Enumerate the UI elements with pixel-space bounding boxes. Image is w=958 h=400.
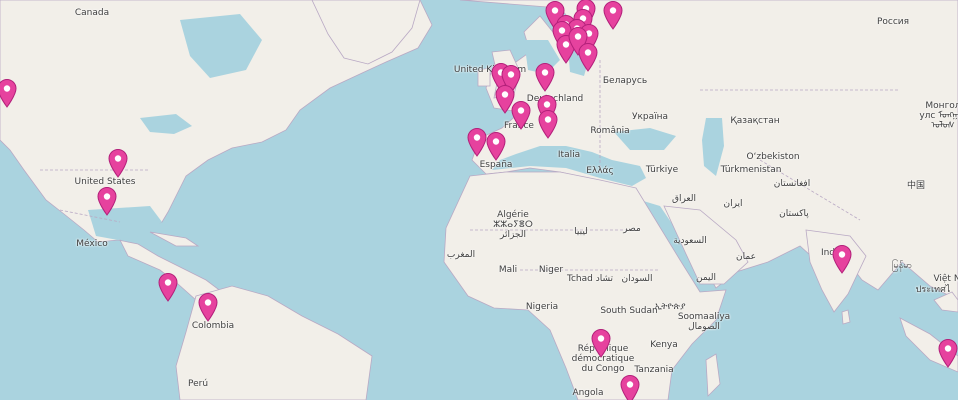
world-map[interactable]: Canada United States México Colombia Perú Uni…	[0, 0, 958, 400]
map-base-layer	[0, 0, 958, 400]
map-pin-icon	[511, 101, 531, 130]
location-marker[interactable]	[619, 374, 641, 400]
land-sri-lanka	[841, 309, 851, 325]
map-pin-icon	[603, 1, 623, 30]
map-pin-icon	[198, 293, 218, 322]
location-marker[interactable]	[107, 148, 129, 178]
map-pin-icon	[591, 329, 611, 358]
location-marker[interactable]	[590, 328, 612, 358]
map-pin-icon	[538, 110, 558, 139]
location-marker[interactable]	[537, 109, 559, 139]
location-marker[interactable]	[96, 186, 118, 216]
map-pin-icon	[620, 375, 640, 400]
location-marker[interactable]	[485, 131, 507, 161]
land-madagascar	[705, 353, 721, 397]
location-marker[interactable]	[831, 244, 853, 274]
map-pin-icon	[832, 245, 852, 274]
land-malay	[933, 291, 958, 313]
land-ireland	[477, 67, 491, 87]
map-pin-icon	[158, 273, 178, 302]
map-pin-icon	[108, 149, 128, 178]
map-pin-icon	[0, 79, 17, 108]
location-marker[interactable]	[197, 292, 219, 322]
map-pin-icon	[486, 132, 506, 161]
location-marker[interactable]	[577, 42, 599, 72]
map-pin-icon	[578, 43, 598, 72]
location-marker[interactable]	[937, 338, 958, 368]
location-marker[interactable]	[0, 78, 18, 108]
map-pin-icon	[535, 63, 555, 92]
location-marker[interactable]	[602, 0, 624, 30]
location-marker[interactable]	[157, 272, 179, 302]
location-marker[interactable]	[534, 62, 556, 92]
location-marker[interactable]	[510, 100, 532, 130]
land-cuba	[149, 231, 200, 247]
map-pin-icon	[938, 339, 958, 368]
map-pin-icon	[97, 187, 117, 216]
